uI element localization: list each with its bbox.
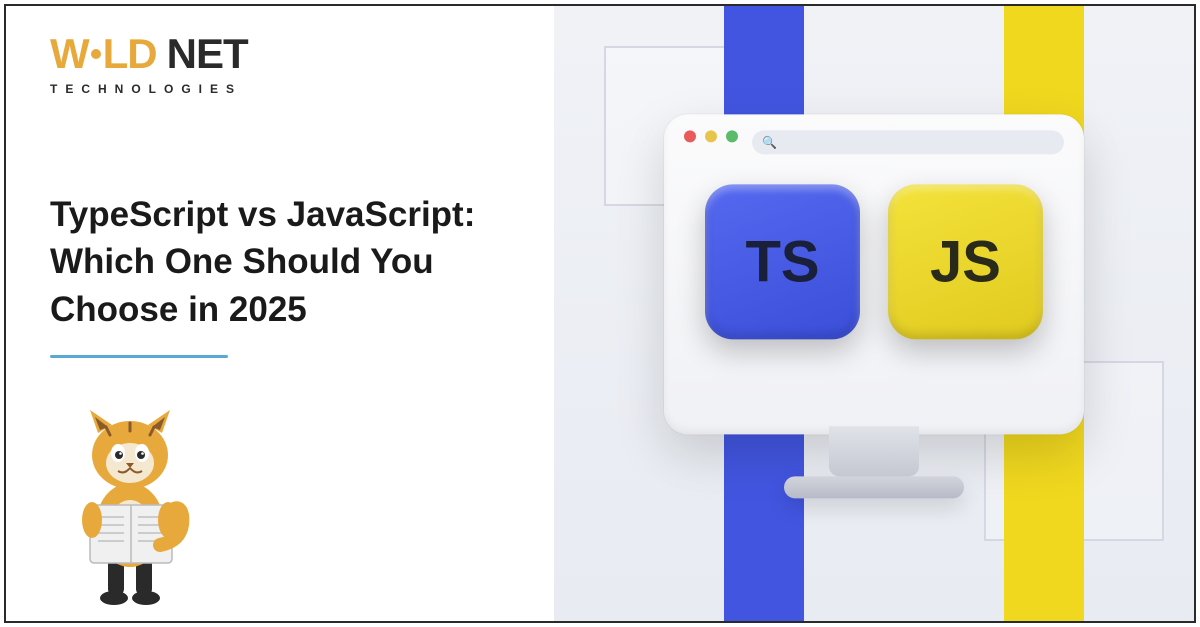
typescript-tile: TS bbox=[705, 184, 860, 339]
logo-w: W bbox=[50, 30, 89, 78]
monitor-stand bbox=[829, 426, 919, 476]
language-tiles: TS JS bbox=[684, 184, 1064, 339]
logo-main-row: W LD NET bbox=[50, 30, 550, 78]
monitor-illustration: 🔍 TS JS bbox=[664, 114, 1084, 498]
logo-net-text: NET bbox=[167, 30, 248, 78]
monitor-screen: 🔍 TS JS bbox=[664, 114, 1084, 434]
js-label: JS bbox=[930, 228, 1001, 295]
page-title: TypeScript vs JavaScript: Which One Shou… bbox=[50, 191, 550, 333]
url-bar: 🔍 bbox=[752, 130, 1064, 154]
javascript-tile: JS bbox=[888, 184, 1043, 339]
window-controls bbox=[684, 130, 738, 142]
minimize-dot-icon bbox=[705, 130, 717, 142]
close-dot-icon bbox=[684, 130, 696, 142]
monitor-base bbox=[784, 476, 964, 498]
logo-dot-icon bbox=[91, 49, 101, 59]
maximize-dot-icon bbox=[726, 130, 738, 142]
title-underline bbox=[50, 355, 228, 358]
left-content: W LD NET TECHNOLOGIES TypeScript vs JavaS… bbox=[50, 30, 550, 358]
logo-subtitle: TECHNOLOGIES bbox=[50, 82, 550, 96]
search-icon: 🔍 bbox=[762, 135, 777, 149]
ts-label: TS bbox=[745, 228, 819, 295]
logo-ld: LD bbox=[103, 30, 157, 78]
logo-wild-text: W LD bbox=[50, 30, 157, 78]
illustration-panel: 🔍 TS JS bbox=[554, 6, 1194, 621]
mascot-illustration bbox=[60, 405, 200, 605]
brand-logo: W LD NET TECHNOLOGIES bbox=[50, 30, 550, 96]
